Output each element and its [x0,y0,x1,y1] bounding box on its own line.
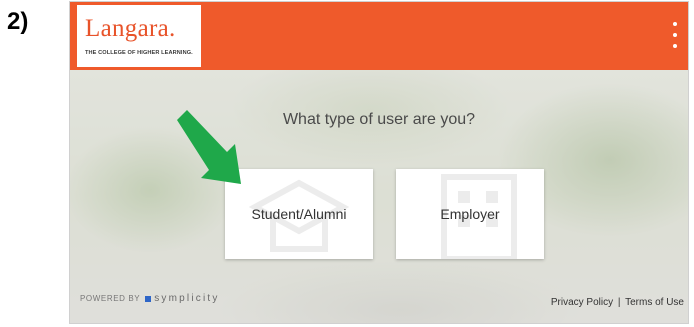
step-label: 2) [7,8,29,35]
employer-label: Employer [440,206,500,222]
powered-by-label: POWERED BY [80,294,141,303]
footer-separator: | [617,297,621,308]
symplicity-logo-icon [145,295,152,302]
terms-of-use-link[interactable]: Terms of Use [625,297,684,308]
browser-frame: Langara. THE COLLEGE OF HIGHER LEARNING.… [69,1,689,324]
footer-links: Privacy Policy | Terms of Use [551,297,684,308]
header-bar: Langara. THE COLLEGE OF HIGHER LEARNING. [70,2,688,70]
symplicity-brand: symplicity [154,293,220,304]
logo-tagline: THE COLLEGE OF HIGHER LEARNING. [85,50,193,56]
arrow-pointer-icon [177,110,241,184]
kebab-menu-icon[interactable] [668,22,682,48]
employer-button[interactable]: Employer [396,169,544,259]
background-overlay [70,70,688,323]
langara-logo[interactable]: Langara. THE COLLEGE OF HIGHER LEARNING. [77,5,201,67]
logo-name: Langara. [85,15,176,42]
user-type-question: What type of user are you? [282,111,476,128]
privacy-policy-link[interactable]: Privacy Policy [551,297,613,308]
student-alumni-label: Student/Alumni [251,206,347,222]
powered-by: POWERED BY symplicity [80,293,220,304]
